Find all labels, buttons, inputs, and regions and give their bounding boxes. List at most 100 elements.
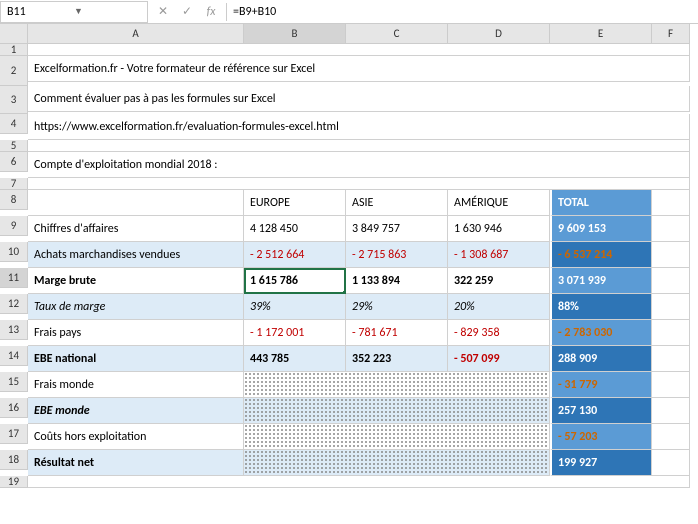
r14-d[interactable]: - 507 099 (448, 346, 550, 372)
cell-blank[interactable] (28, 44, 690, 56)
r9-e[interactable]: 9 609 153 (550, 216, 652, 242)
row-header-19[interactable]: 19 (0, 476, 28, 488)
r17-label[interactable]: Coûts hors exploitation (28, 424, 244, 450)
section-cell[interactable]: Compte d'exploitation mondial 2018 : (28, 152, 690, 178)
formula-input[interactable]: =B9+B10 (226, 3, 698, 21)
row-header-14[interactable]: 14 (0, 346, 28, 366)
fx-icon[interactable]: fx (204, 5, 218, 19)
r16-e[interactable]: 257 130 (550, 398, 652, 424)
header-amerique[interactable]: AMÉRIQUE (448, 190, 550, 216)
r11-label[interactable]: Marge brute (28, 268, 244, 294)
r15-e[interactable]: - 31 779 (550, 372, 652, 398)
r14-b[interactable]: 443 785 (244, 346, 346, 372)
row-header-18[interactable]: 18 (0, 450, 28, 470)
header-europe[interactable]: EUROPE (244, 190, 346, 216)
cell-f13[interactable] (652, 320, 690, 346)
r13-label[interactable]: Frais pays (28, 320, 244, 346)
cell-f12[interactable] (652, 294, 690, 320)
row-header-6[interactable]: 6 (0, 152, 28, 172)
r14-label[interactable]: EBE national (28, 346, 244, 372)
r10-label[interactable]: Achats marchandises vendues (28, 242, 244, 268)
link-cell[interactable]: https://www.excelformation.fr/evaluation… (28, 114, 690, 140)
row-header-13[interactable]: 13 (0, 320, 28, 340)
name-box[interactable]: B11 ▼ (0, 1, 148, 23)
formula-bar: B11 ▼ ✕ ✓ fx =B9+B10 (0, 0, 698, 24)
cell-f14[interactable] (652, 346, 690, 372)
row-header-2[interactable]: 2 (0, 56, 28, 86)
r18-label[interactable]: Résultat net (28, 450, 244, 476)
col-header-d[interactable]: D (448, 24, 550, 44)
r11-c[interactable]: 1 133 894 (346, 268, 448, 294)
col-header-e[interactable]: E (550, 24, 652, 44)
cell-f11[interactable] (652, 268, 690, 294)
r13-e[interactable]: - 2 783 030 (550, 320, 652, 346)
r12-e[interactable]: 88% (550, 294, 652, 320)
col-header-b[interactable]: B (244, 24, 346, 44)
r10-e[interactable]: - 6 537 214 (550, 242, 652, 268)
header-total[interactable]: TOTAL (550, 190, 652, 216)
cell-f9[interactable] (652, 216, 690, 242)
r14-e[interactable]: 288 909 (550, 346, 652, 372)
r17-dotted[interactable] (244, 424, 550, 450)
r14-c[interactable]: 352 223 (346, 346, 448, 372)
r17-e[interactable]: - 57 203 (550, 424, 652, 450)
r16-dotted[interactable] (244, 398, 550, 424)
title-cell[interactable]: Excelformation.fr - Votre formateur de r… (28, 56, 690, 82)
row-header-3[interactable]: 3 (0, 86, 28, 114)
confirm-icon[interactable]: ✓ (180, 4, 194, 19)
r9-d[interactable]: 1 630 946 (448, 216, 550, 242)
r11-e[interactable]: 3 071 939 (550, 268, 652, 294)
r16-label[interactable]: EBE monde (28, 398, 244, 424)
row-header-7[interactable]: 7 (0, 178, 28, 190)
row-header-12[interactable]: 12 (0, 294, 28, 314)
r13-d[interactable]: - 829 358 (448, 320, 550, 346)
subtitle-cell[interactable]: Comment évaluer pas à pas les formules s… (28, 86, 690, 112)
r10-d[interactable]: - 1 308 687 (448, 242, 550, 268)
r18-dotted[interactable] (244, 450, 550, 476)
r18-e[interactable]: 199 927 (550, 450, 652, 476)
cancel-icon[interactable]: ✕ (156, 4, 170, 19)
r11-d[interactable]: 322 259 (448, 268, 550, 294)
cell-blank-7[interactable] (28, 178, 690, 190)
row-header-8[interactable]: 8 (0, 190, 28, 210)
col-header-a[interactable]: A (28, 24, 244, 44)
cell-f16[interactable] (652, 398, 690, 424)
cell-f8[interactable] (652, 190, 690, 216)
row-header-11[interactable]: 11 (0, 268, 28, 288)
r10-b[interactable]: - 2 512 664 (244, 242, 346, 268)
r13-c[interactable]: - 781 671 (346, 320, 448, 346)
r12-c[interactable]: 29% (346, 294, 448, 320)
row-header-5[interactable]: 5 (0, 140, 28, 152)
row-header-1[interactable]: 1 (0, 44, 28, 56)
cell-blank-5[interactable] (28, 140, 690, 152)
header-label-cell[interactable] (28, 190, 244, 216)
r9-label[interactable]: Chiffres d'affaires (28, 216, 244, 242)
r15-label[interactable]: Frais monde (28, 372, 244, 398)
row-header-15[interactable]: 15 (0, 372, 28, 392)
row-header-9[interactable]: 9 (0, 216, 28, 236)
cell-f17[interactable] (652, 424, 690, 450)
spreadsheet-grid[interactable]: A B C D E F 1 2 Excelformation.fr - Votr… (0, 24, 698, 488)
select-all-corner[interactable] (0, 24, 28, 44)
r9-c[interactable]: 3 849 757 (346, 216, 448, 242)
cell-f18[interactable] (652, 450, 690, 476)
r12-d[interactable]: 20% (448, 294, 550, 320)
cell-f10[interactable] (652, 242, 690, 268)
row-header-16[interactable]: 16 (0, 398, 28, 418)
row-header-4[interactable]: 4 (0, 114, 28, 134)
row-header-17[interactable]: 17 (0, 424, 28, 444)
header-asie[interactable]: ASIE (346, 190, 448, 216)
col-header-f[interactable]: F (652, 24, 690, 44)
r15-dotted[interactable] (244, 372, 550, 398)
r12-b[interactable]: 39% (244, 294, 346, 320)
r12-label[interactable]: Taux de marge (28, 294, 244, 320)
cell-f15[interactable] (652, 372, 690, 398)
row-header-10[interactable]: 10 (0, 242, 28, 262)
cell-blank-19[interactable] (28, 476, 690, 488)
col-header-c[interactable]: C (346, 24, 448, 44)
name-box-dropdown-icon[interactable]: ▼ (74, 6, 141, 17)
r10-c[interactable]: - 2 715 863 (346, 242, 448, 268)
r11-b-selected[interactable]: 1 615 786 (244, 268, 346, 294)
r13-b[interactable]: - 1 172 001 (244, 320, 346, 346)
r9-b[interactable]: 4 128 450 (244, 216, 346, 242)
